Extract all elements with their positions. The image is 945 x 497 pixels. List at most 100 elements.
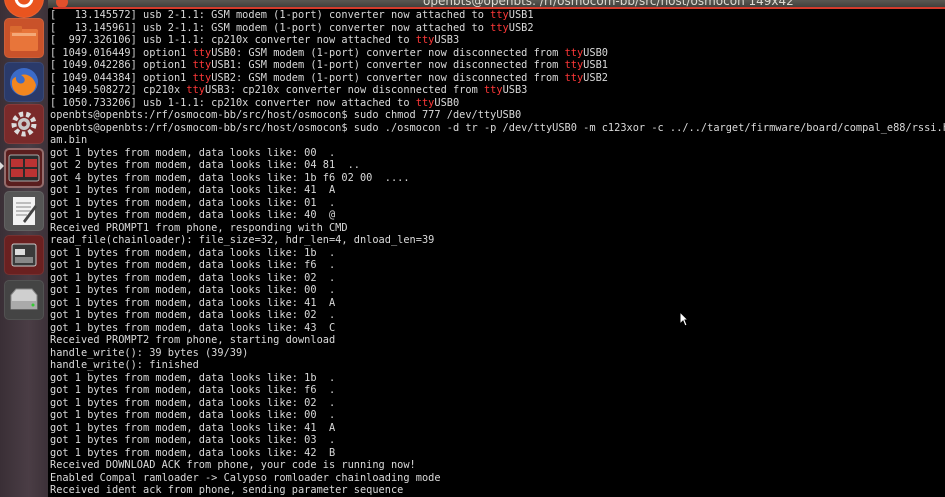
line-text: USB3 xyxy=(502,84,528,96)
line-text: Received DOWNLOAD ACK from phone, your c… xyxy=(50,459,416,471)
line-text: openbts@openbts:/rf/osmocom-bb/src/host/… xyxy=(50,109,522,121)
files-icon[interactable] xyxy=(4,18,44,58)
drive-icon[interactable] xyxy=(4,280,44,320)
line-text: got 1 bytes from modem, data looks like:… xyxy=(50,259,336,271)
line-text: got 1 bytes from modem, data looks like:… xyxy=(50,296,336,309)
system-settings-icon[interactable] xyxy=(4,104,44,144)
highlighted-text: tty xyxy=(192,59,212,71)
terminal-line: got 1 bytes from modem, data looks like:… xyxy=(50,322,945,335)
highlighted-text: tty xyxy=(192,46,212,59)
line-text: USB2 xyxy=(508,21,534,34)
terminal-line: openbts@openbts:/rf/osmocom-bb/src/host/… xyxy=(50,109,945,122)
line-text: [ 997.326106] usb 1-1.1: cp210x converte… xyxy=(50,34,416,46)
terminal-line: got 1 bytes from modem, data looks like:… xyxy=(50,147,945,160)
highlighted-text: tty xyxy=(415,96,435,109)
ubuntu-dash-icon[interactable] xyxy=(4,0,44,18)
line-text: USB0 xyxy=(583,46,608,59)
terminal-line: got 1 bytes from modem, data looks like:… xyxy=(50,284,945,297)
terminal-line: [ 1049.042286] option1 ttyUSB1: GSM mode… xyxy=(50,59,945,72)
line-text: USB3: cp210x converter now disconnected … xyxy=(205,84,484,96)
line-text: got 2 bytes from modem, data looks like:… xyxy=(50,159,360,171)
line-text: got 1 bytes from modem, data looks like:… xyxy=(50,246,336,259)
terminal-line: got 1 bytes from modem, data looks like:… xyxy=(50,309,945,322)
line-text: got 1 bytes from modem, data looks like:… xyxy=(50,371,336,384)
terminal-line: Received PROMPT2 from phone, starting do… xyxy=(50,334,945,347)
terminal-line: read_file(chainloader): file_size=32, hd… xyxy=(50,234,945,247)
terminal-line: got 1 bytes from modem, data looks like:… xyxy=(50,184,945,197)
line-text: got 1 bytes from modem, data looks like:… xyxy=(50,384,336,396)
mouse-pointer-icon xyxy=(679,311,689,327)
highlighted-text: tty xyxy=(483,84,503,96)
terminal-line: [ 1049.508272] cp210x ttyUSB3: cp210x co… xyxy=(50,84,945,97)
line-text: got 1 bytes from modem, data looks like:… xyxy=(50,434,336,446)
terminal-line: handle_write(): 39 bytes (39/39) xyxy=(50,347,945,360)
terminal-line: got 1 bytes from modem, data looks like:… xyxy=(50,247,945,260)
highlighted-text: tty xyxy=(564,71,584,84)
line-text: [ 13.145961] usb 2-1.1: GSM modem (1-por… xyxy=(50,21,491,34)
line-text: got 1 bytes from modem, data looks like:… xyxy=(50,409,336,421)
terminal-line: [ 1050.733206] usb 1-1.1: cp210x convert… xyxy=(50,97,945,110)
line-text: USB3 xyxy=(434,34,460,46)
terminal-line: Received DOWNLOAD ACK from phone, your c… xyxy=(50,459,945,472)
line-text: read_file(chainloader): file_size=32, hd… xyxy=(50,234,435,246)
terminal-line: got 1 bytes from modem, data looks like:… xyxy=(50,259,945,272)
line-text: [ 1049.044384] option1 xyxy=(50,71,193,84)
terminal-icon[interactable] xyxy=(4,148,44,188)
line-text: got 1 bytes from modem, data looks like:… xyxy=(50,184,336,196)
line-text: got 1 bytes from modem, data looks like:… xyxy=(50,396,336,409)
terminal-line: got 1 bytes from modem, data looks like:… xyxy=(50,297,945,310)
line-text: Enabled Compal ramloader -> Calypso roml… xyxy=(50,471,441,484)
text-editor-icon[interactable] xyxy=(4,191,44,231)
terminal-line: got 1 bytes from modem, data looks like:… xyxy=(50,209,945,222)
terminal-line: got 4 bytes from modem, data looks like:… xyxy=(50,172,945,185)
line-text: got 1 bytes from modem, data looks like:… xyxy=(50,284,336,296)
terminal-line: got 1 bytes from modem, data looks like:… xyxy=(50,372,945,385)
terminal-line: got 1 bytes from modem, data looks like:… xyxy=(50,384,945,397)
line-text: got 4 bytes from modem, data looks like:… xyxy=(50,171,410,184)
line-text: got 1 bytes from modem, data looks like:… xyxy=(50,309,336,321)
highlighted-text: tty xyxy=(186,84,205,96)
line-text: Received PROMPT1 from phone, responding … xyxy=(50,221,348,234)
line-text: [ 1049.016449] option1 xyxy=(50,46,193,59)
terminal-line: got 2 bytes from modem, data looks like:… xyxy=(50,159,945,172)
line-text: USB2 xyxy=(583,71,608,84)
line-text: [ 13.145572] usb 2-1.1: GSM modem (1-por… xyxy=(50,9,491,21)
highlighted-text: tty xyxy=(192,71,212,84)
line-text: Received ident ack from phone, sending p… xyxy=(50,484,404,496)
terminal-line: Enabled Compal ramloader -> Calypso roml… xyxy=(50,472,945,485)
window-manager-icon[interactable] xyxy=(4,235,44,275)
terminal-output[interactable]: [ 13.145572] usb 2-1.1: GSM modem (1-por… xyxy=(48,9,945,497)
terminal-line: [ 1049.016449] option1 ttyUSB0: GSM mode… xyxy=(50,47,945,60)
terminal-line: got 1 bytes from modem, data looks like:… xyxy=(50,422,945,435)
terminal-line: got 1 bytes from modem, data looks like:… xyxy=(50,409,945,422)
line-text: Received PROMPT2 from phone, starting do… xyxy=(50,334,336,346)
terminal-line: [ 1049.044384] option1 ttyUSB2: GSM mode… xyxy=(50,72,945,85)
launcher xyxy=(0,0,49,497)
highlighted-text: tty xyxy=(490,21,509,34)
firefox-icon[interactable] xyxy=(4,62,44,102)
line-text: got 1 bytes from modem, data looks like:… xyxy=(50,421,336,434)
highlighted-text: tty xyxy=(564,46,584,59)
highlighted-text: tty xyxy=(490,9,509,21)
terminal-line: got 1 bytes from modem, data looks like:… xyxy=(50,434,945,447)
line-text: openbts@openbts:/rf/osmocom-bb/src/host/… xyxy=(50,121,945,134)
line-text: USB2: GSM modem (1-port) converter now d… xyxy=(211,71,565,84)
terminal-line: Received ident ack from phone, sending p… xyxy=(50,484,945,497)
line-text: USB1 xyxy=(508,9,534,21)
line-text: USB1 xyxy=(583,59,608,71)
line-text: USB0: GSM modem (1-port) converter now d… xyxy=(211,46,565,59)
terminal-line: got 1 bytes from modem, data looks like:… xyxy=(50,447,945,460)
terminal-line: got 1 bytes from modem, data looks like:… xyxy=(50,197,945,210)
line-text: got 1 bytes from modem, data looks like:… xyxy=(50,271,336,284)
line-text: got 1 bytes from modem, data looks like:… xyxy=(50,196,336,209)
highlighted-text: tty xyxy=(415,34,435,46)
line-text: got 1 bytes from modem, data looks like:… xyxy=(50,446,336,459)
line-text: got 1 bytes from modem, data looks like:… xyxy=(50,321,336,334)
highlighted-text: tty xyxy=(564,59,584,71)
line-text: [ 1050.733206] usb 1-1.1: cp210x convert… xyxy=(50,96,416,109)
terminal-line: [ 13.145572] usb 2-1.1: GSM modem (1-por… xyxy=(50,9,945,22)
terminal-line: am.bin xyxy=(50,134,945,147)
terminal-line: Received PROMPT1 from phone, responding … xyxy=(50,222,945,235)
terminal-line: got 1 bytes from modem, data looks like:… xyxy=(50,272,945,285)
line-text: got 1 bytes from modem, data looks like:… xyxy=(50,146,336,159)
